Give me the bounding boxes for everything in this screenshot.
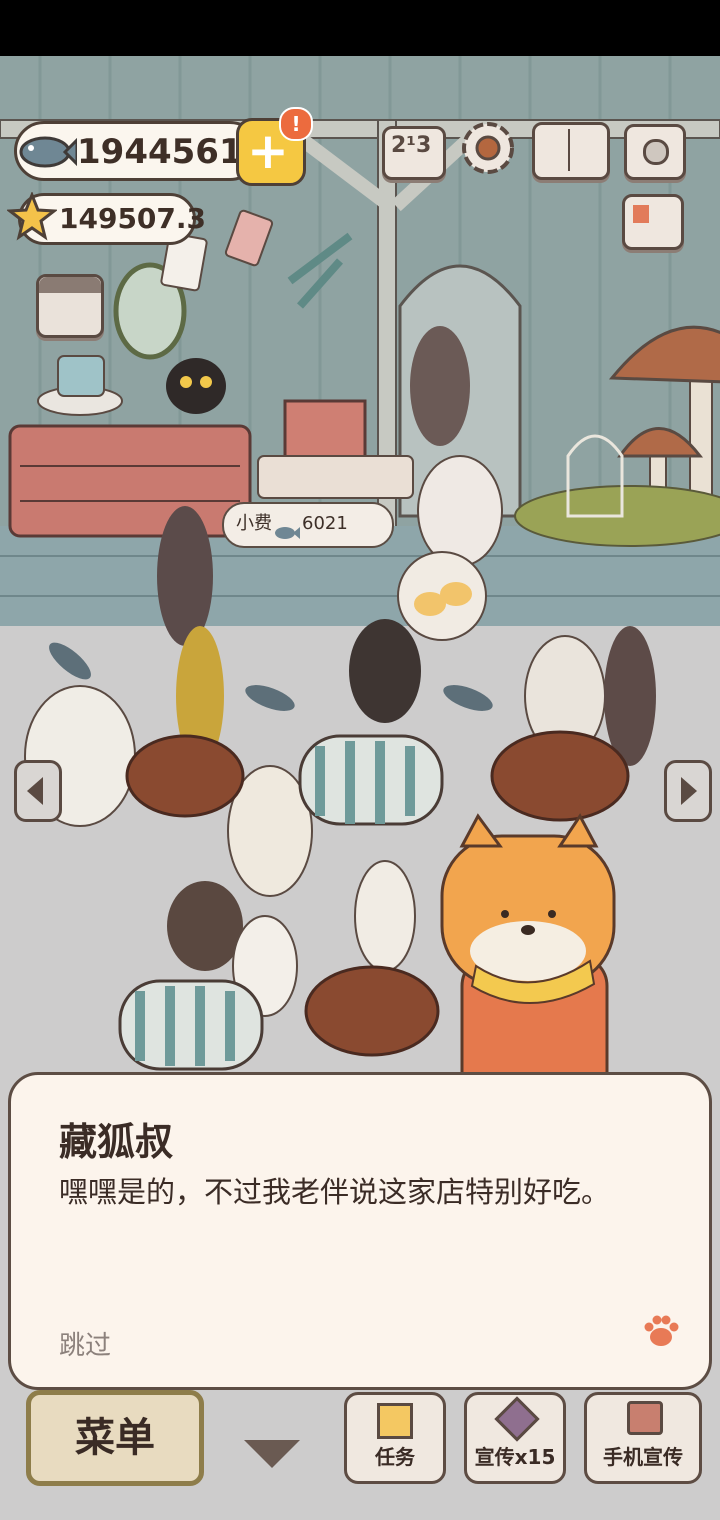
shop-button[interactable]	[36, 274, 104, 338]
phone-promote-button[interactable]: 手机宣传	[584, 1392, 702, 1484]
chevron-down-icon	[244, 1440, 300, 1468]
star-amount: 149507.3	[59, 202, 207, 235]
tip-amount: 6021	[302, 513, 348, 534]
camera-icon	[643, 139, 669, 165]
alert-badge: !	[279, 107, 313, 141]
phone-promote-label: 手机宣传	[603, 1445, 683, 1469]
ranking-icon: 2¹3	[391, 133, 432, 158]
settings-gear-icon	[458, 122, 518, 182]
newspaper-icon	[633, 205, 649, 223]
tasks-button[interactable]: 任务	[344, 1392, 446, 1484]
paw-icon	[641, 1311, 681, 1355]
phone-icon	[627, 1401, 663, 1435]
camera-button[interactable]	[624, 124, 686, 180]
speaker-name: 藏狐叔	[59, 1120, 174, 1164]
menu-button[interactable]: 菜单	[26, 1390, 204, 1486]
ranking-button[interactable]: 2¹3	[382, 126, 446, 180]
fish-icon	[274, 516, 300, 556]
newspaper-button[interactable]	[622, 194, 684, 250]
status-bar	[0, 0, 720, 56]
shop-icon	[39, 277, 101, 293]
promote-icon	[494, 1396, 540, 1442]
scroll-right-button[interactable]	[664, 760, 712, 822]
skip-button[interactable]: 跳过	[59, 1325, 111, 1362]
star-icon	[5, 190, 59, 246]
promote-button[interactable]: 宣传x15	[464, 1392, 566, 1484]
star-counter: 149507.3	[5, 190, 206, 245]
menu-label: 菜单	[75, 1415, 155, 1461]
guide-book-icon	[568, 129, 570, 171]
left-arrow-icon	[27, 777, 43, 805]
fish-amount: 1944561	[77, 132, 243, 172]
right-arrow-icon	[681, 777, 697, 805]
settings-button[interactable]	[458, 118, 518, 178]
fish-icon	[15, 126, 79, 180]
scroll-left-button[interactable]	[14, 760, 62, 822]
add-currency-button[interactable]: + !	[236, 107, 313, 186]
fish-counter: 1944561	[14, 121, 260, 181]
tip-label: 小费	[236, 513, 272, 534]
dialog-text: 嘿嘿是的，不过我老伴说这家店特别好吃。	[59, 1175, 611, 1209]
collapse-button[interactable]	[244, 1440, 300, 1474]
dialog-box[interactable]: 藏狐叔 嘿嘿是的，不过我老伴说这家店特别好吃。 跳过	[8, 1072, 712, 1390]
guide-book-button[interactable]	[532, 122, 610, 180]
tasks-label: 任务	[375, 1445, 415, 1469]
promote-label: 宣传x15	[474, 1445, 556, 1469]
checklist-icon	[377, 1403, 413, 1439]
tip-bubble[interactable]: 小费 6021	[222, 502, 394, 548]
